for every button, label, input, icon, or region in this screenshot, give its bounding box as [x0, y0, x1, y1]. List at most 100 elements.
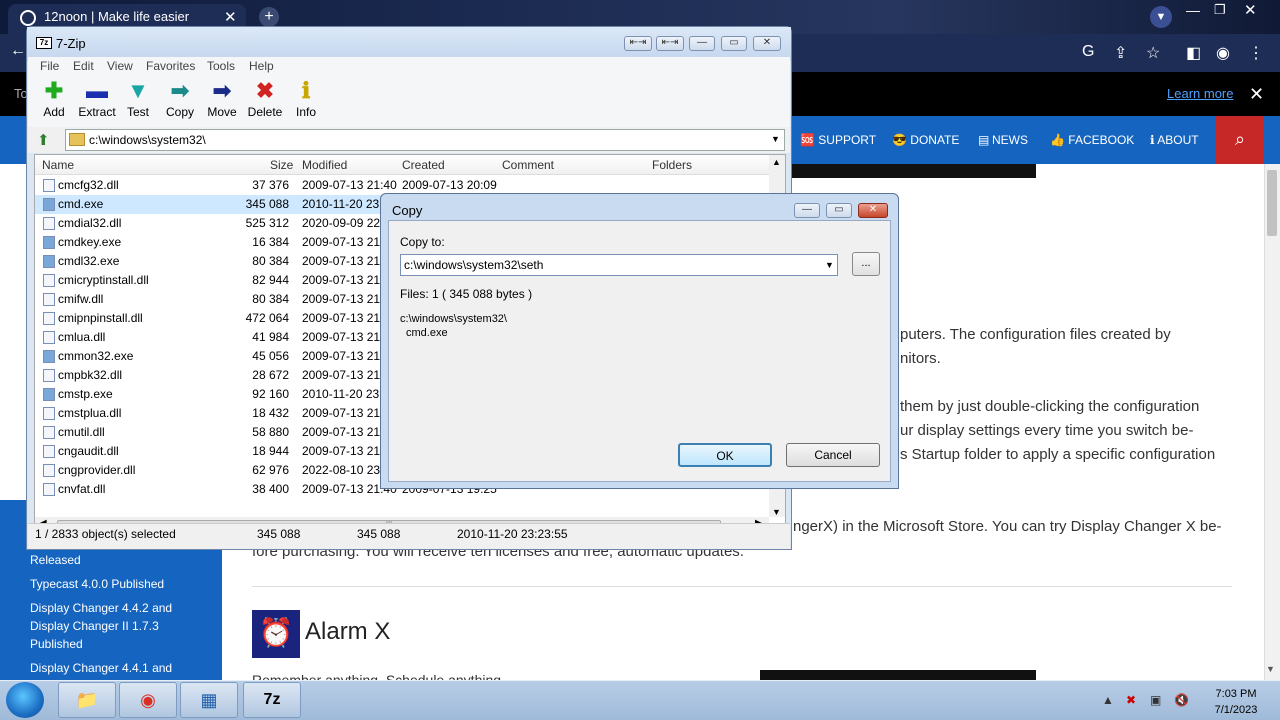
menu-edit[interactable]: Edit	[73, 59, 94, 73]
7zip-app-icon: 7z	[36, 37, 52, 49]
dialog-close-button[interactable]: ✕	[858, 203, 888, 218]
scroll-up-icon[interactable]: ▲	[772, 157, 781, 167]
body-text: them by just double-clicking the configu…	[900, 398, 1200, 415]
browser-menu-icon[interactable]: ⋮	[1248, 43, 1264, 63]
volume-muted-icon[interactable]: 🔇	[1174, 693, 1189, 707]
nav-facebook[interactable]: 👍 FACEBOOK	[1050, 133, 1134, 147]
google-icon[interactable]: G	[1082, 43, 1094, 61]
file-modified: 2020-09-09 22:	[302, 216, 384, 230]
column-modified[interactable]: Modified	[302, 158, 347, 172]
dll-file-icon	[43, 464, 55, 477]
sidebar-item[interactable]: Display Changer 4.4.2 and	[30, 599, 172, 617]
info-button[interactable]: ℹ Info	[286, 79, 326, 120]
destination-combobox[interactable]: c:\windows\system32\seth	[400, 254, 838, 276]
browser-close-icon[interactable]: ✕	[1244, 1, 1257, 19]
column-size[interactable]: Size	[270, 158, 293, 172]
explorer-taskbar-icon[interactable]: 📁	[58, 682, 116, 718]
nav-support[interactable]: 🆘 SUPPORT	[800, 133, 876, 147]
sidebar-item[interactable]: Typecast 4.0.0 Published	[30, 575, 164, 593]
snap-left-icon[interactable]: ⇤⇥	[624, 36, 652, 51]
move-button[interactable]: ➡ Move	[202, 79, 242, 120]
file-created: 2009-07-13 20:09	[402, 178, 497, 192]
file-name: cmicryptinstall.dll	[58, 273, 149, 287]
column-created[interactable]: Created	[402, 158, 445, 172]
menu-view[interactable]: View	[107, 59, 133, 73]
file-name: cmdial32.dll	[58, 216, 122, 230]
menu-favorites[interactable]: Favorites	[146, 59, 195, 73]
dark-banner	[790, 164, 1036, 178]
file-modified: 2009-07-13 21:3	[302, 349, 391, 363]
bookmark-star-icon[interactable]: ☆	[1146, 43, 1160, 63]
file-name: cnvfat.dll	[58, 482, 106, 496]
cancel-button[interactable]: Cancel	[786, 443, 880, 467]
delete-button[interactable]: ✖ Delete	[245, 79, 285, 120]
network-status-icon[interactable]: ✖	[1126, 693, 1136, 707]
back-icon[interactable]: ←	[10, 42, 26, 60]
extract-button[interactable]: ▬ Extract	[77, 79, 117, 120]
file-modified: 2009-07-13 21:40	[302, 178, 397, 192]
path-dropdown-icon[interactable]: ▼	[771, 134, 780, 144]
new-tab-button[interactable]: +	[259, 7, 279, 27]
tab-close-icon[interactable]: ✕	[224, 8, 237, 26]
menu-file[interactable]: File	[40, 59, 59, 73]
folder-icon	[69, 133, 85, 146]
dialog-title: Copy	[392, 203, 423, 218]
browser-restore-icon[interactable]: ❐	[1214, 2, 1226, 18]
nav-about[interactable]: ℹ ABOUT	[1150, 133, 1199, 147]
copy-button[interactable]: ➡ Copy	[160, 79, 200, 120]
dll-file-icon	[43, 483, 55, 496]
7zip-title: 7-Zip	[56, 36, 86, 51]
selected-packed-size: 345 088	[357, 527, 401, 541]
display-tray-icon[interactable]: ▣	[1150, 693, 1161, 707]
7zip-taskbar-icon[interactable]: 7z	[243, 682, 301, 718]
source-file: cmd.exe	[406, 327, 448, 339]
page-scroll-thumb[interactable]	[1267, 170, 1277, 236]
body-text: ngerX) in the Microsoft Store. You can t…	[793, 518, 1222, 535]
7zip-maximize-button[interactable]: ▭	[721, 36, 747, 51]
browser-minimize-icon[interactable]: —	[1186, 2, 1200, 18]
7zip-close-button[interactable]: ✕	[753, 36, 781, 51]
file-size: 525 312	[245, 216, 289, 230]
file-name: cmd.exe	[58, 197, 104, 211]
share-icon[interactable]: ⇪	[1114, 43, 1127, 63]
sidebar-item[interactable]: Display Changer II 1.7.3	[30, 617, 159, 635]
snap-right-icon[interactable]: ⇤⇥	[656, 36, 684, 51]
site-search-button[interactable]: ⌕	[1216, 116, 1264, 164]
chrome-taskbar-icon[interactable]: ◉	[119, 682, 177, 718]
control-panel-taskbar-icon[interactable]: ▦	[180, 682, 238, 718]
learn-more-link[interactable]: Learn more	[1167, 86, 1233, 101]
browse-button[interactable]: ...	[852, 252, 880, 276]
file-name: cmmon32.exe	[58, 349, 134, 363]
nav-donate[interactable]: 😎 DONATE	[892, 133, 959, 147]
file-name: cngaudit.dll	[58, 444, 119, 458]
tab-title: 12noon | Make life easier	[44, 9, 190, 24]
scroll-down-icon[interactable]: ▼	[1266, 664, 1275, 674]
notice-close-icon[interactable]: ✕	[1249, 84, 1264, 105]
sidebar-item[interactable]: Released	[30, 551, 81, 569]
taskbar-clock[interactable]: 7:03 PM 7/1/2023	[1208, 686, 1264, 718]
ok-button[interactable]: OK	[678, 443, 772, 467]
nav-news[interactable]: NEWS	[992, 133, 1028, 147]
start-button[interactable]	[6, 682, 44, 718]
sidebar-item[interactable]: Published	[30, 635, 83, 653]
tab-search-chevron-icon[interactable]: ▼	[1150, 6, 1172, 28]
column-comment[interactable]: Comment	[502, 158, 554, 172]
scroll-down-icon[interactable]: ▼	[772, 507, 781, 517]
destination-dropdown-icon[interactable]: ▼	[825, 260, 834, 270]
column-name[interactable]: Name	[42, 158, 74, 172]
test-button[interactable]: ▼ Test	[118, 79, 158, 120]
profile-avatar-icon[interactable]: ◉	[1216, 43, 1230, 63]
menu-help[interactable]: Help	[249, 59, 274, 73]
7zip-minimize-button[interactable]: —	[689, 36, 715, 51]
sidebar-item[interactable]: Display Changer 4.4.1 and	[30, 659, 172, 677]
dialog-minimize-button[interactable]: —	[794, 203, 820, 218]
tray-expand-icon[interactable]: ▲	[1102, 693, 1114, 707]
sidepanel-icon[interactable]: ◧	[1186, 43, 1201, 63]
column-folders[interactable]: Folders	[652, 158, 692, 172]
add-button[interactable]: ✚ Add	[34, 79, 74, 120]
file-modified: 2009-07-13 21:4	[302, 406, 391, 420]
dialog-maximize-button[interactable]: ▭	[826, 203, 852, 218]
folder-up-icon[interactable]: ⬆	[37, 131, 50, 149]
menu-tools[interactable]: Tools	[207, 59, 235, 73]
page-scrollbar[interactable]	[1264, 164, 1280, 680]
